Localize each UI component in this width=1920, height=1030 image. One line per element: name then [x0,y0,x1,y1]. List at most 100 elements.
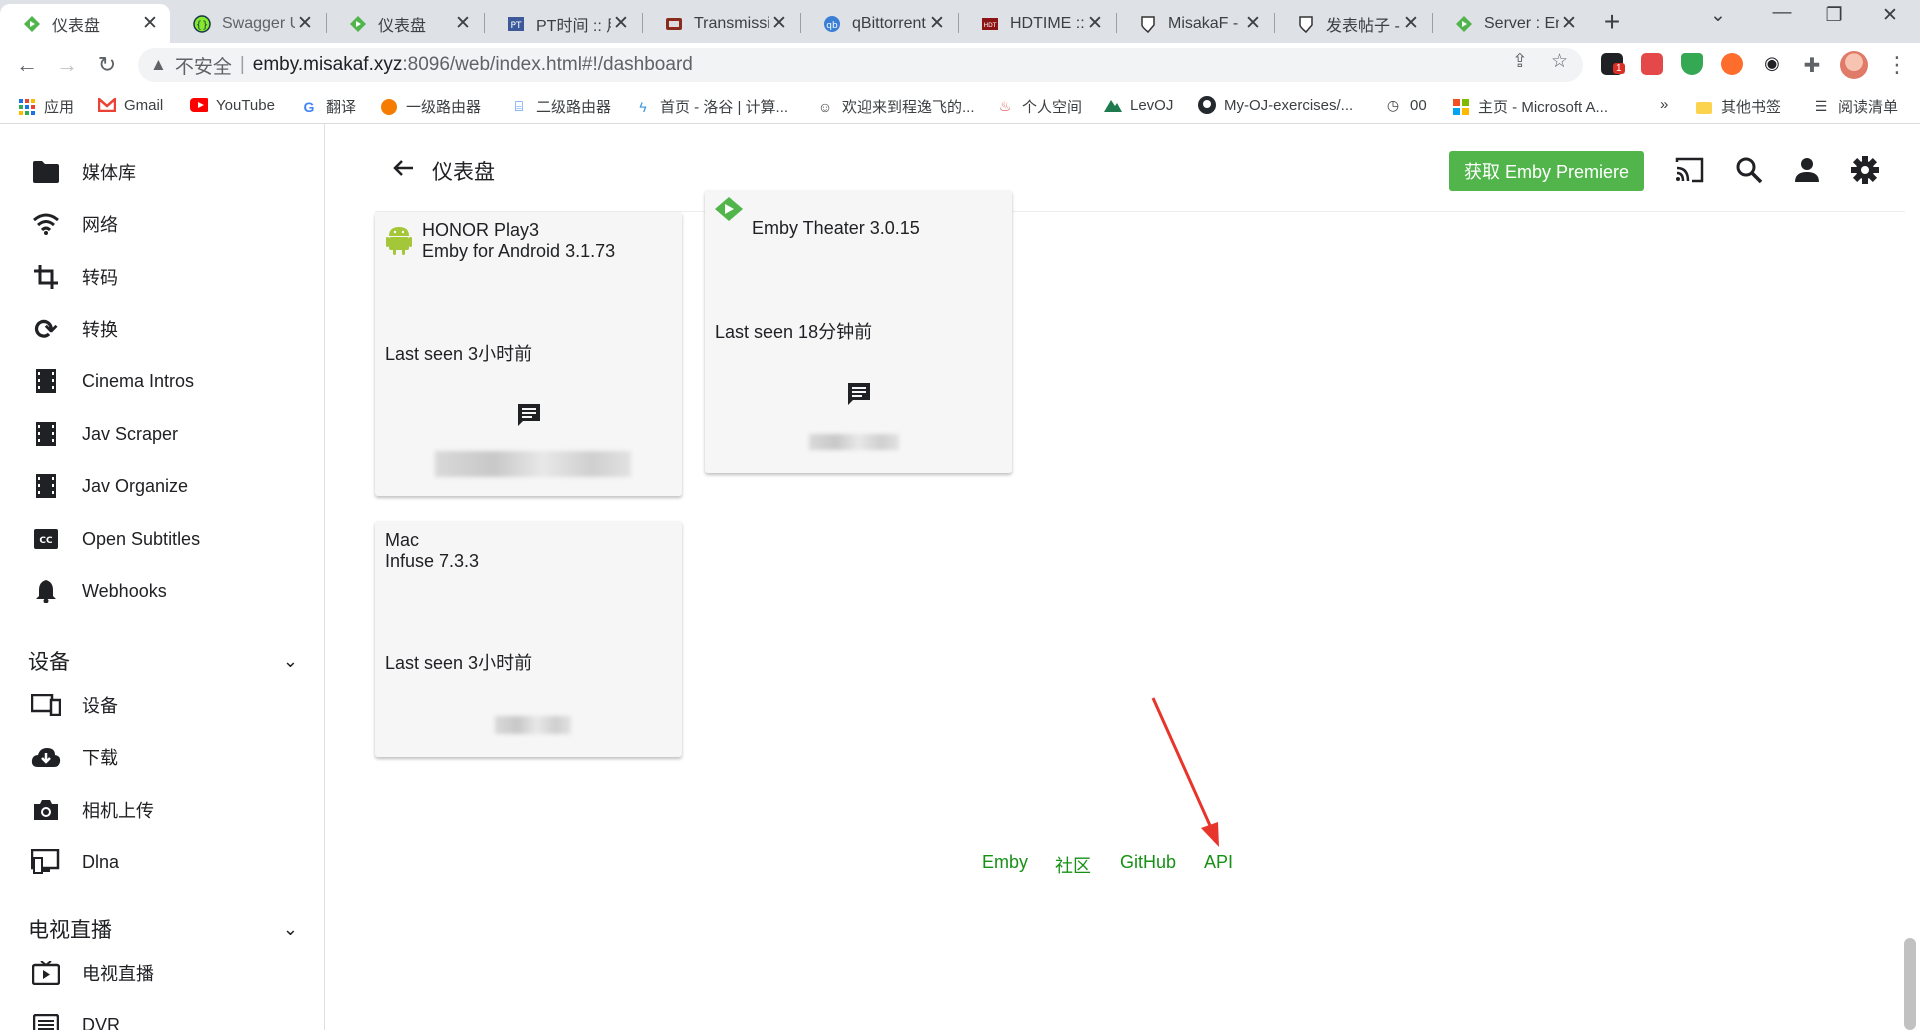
close-icon[interactable]: ✕ [295,12,315,35]
device-app: Infuse 7.3.3 [385,551,480,571]
reading-list-button[interactable]: ☰ 阅读清单 [1812,96,1898,117]
url-path[interactable]: :8096/web/index.html#!/dashboard [402,54,692,76]
reload-icon[interactable]: ↻ [94,52,120,78]
tab-transmission[interactable]: Transmissio ✕ [642,4,799,43]
tab-qbittorrent[interactable]: qb qBittorrent ✕ [800,4,957,43]
close-icon[interactable]: ✕ [140,12,160,35]
footer-link-api[interactable]: API [1204,852,1233,873]
tab-server[interactable]: Server : En ✕ [1432,4,1589,43]
url-host[interactable]: emby.misakaf.xyz [253,54,403,76]
user-icon[interactable] [1793,156,1823,186]
new-tab-button[interactable]: + [1597,8,1627,38]
profile-avatar[interactable] [1840,51,1868,79]
bookmark-translate[interactable]: G 翻译 [300,96,356,117]
sidebar-item-jav-scraper[interactable]: Jav Scraper [28,419,178,449]
bookmark-router-2[interactable]: ⌸ 二级路由器 [510,96,611,117]
window-close-icon[interactable]: ✕ [1872,4,1908,27]
cast-icon[interactable] [1675,156,1705,186]
warning-icon[interactable]: ▲ [150,55,167,75]
close-icon[interactable]: ✕ [453,12,473,35]
bookmark-github[interactable]: My-OJ-exercises/... [1198,96,1353,114]
bookmark-microsoft[interactable]: 主页 - Microsoft A... [1452,96,1608,117]
restore-icon[interactable]: ❐ [1816,4,1852,27]
bookmark-apps[interactable]: 应用 [18,96,74,117]
bookmark-gmail[interactable]: Gmail [98,96,163,114]
tab-swagger[interactable]: {} Swagger U ✕ [170,4,325,43]
tab-hdtime[interactable]: HDT HDTIME :: ✕ [958,4,1115,43]
share-icon[interactable]: ⇪ [1512,50,1528,73]
close-icon[interactable]: ✕ [1559,12,1579,35]
sidebar-item-devices[interactable]: 设备 [28,690,118,720]
back-arrow-icon[interactable] [388,153,418,183]
device-card[interactable]: HONOR Play3 Emby for Android 3.1.73 Last… [375,212,682,496]
bookmark-youtube[interactable]: YouTube [190,96,275,114]
bookmark-star-icon[interactable]: ☆ [1551,50,1568,73]
tab-label: PT时间 :: 用 [536,17,611,35]
footer-link-community[interactable]: 社区 [1055,852,1091,878]
bookmark-chengyifei[interactable]: ☺ 欢迎来到程逸飞的... [816,96,975,117]
chevron-down-icon[interactable]: ⌄ [283,919,298,940]
sidebar-item-webhooks[interactable]: Webhooks [28,576,167,606]
message-icon[interactable] [845,380,873,408]
bookmark-luogu[interactable]: ϟ 首页 - 洛谷 | 计算... [634,96,788,117]
sidebar-item-network[interactable]: 网络 [28,209,118,239]
search-icon[interactable] [1735,156,1765,186]
sidebar-item-convert[interactable]: ⟳ 转换 [28,314,118,345]
emby-sidebar: 媒体库 网络 转码 ⟳ 转换 Cinema Intros Jav Scraper… [0,124,325,1030]
tab-pt-time[interactable]: PT PT时间 :: 用 ✕ [484,4,641,43]
tab-post[interactable]: 发表帖子 - ✕ [1274,4,1431,43]
sidebar-item-open-subtitles[interactable]: CC Open Subtitles [28,524,200,554]
device-card[interactable]: Mac Infuse 7.3.3 Last seen 3小时前 [375,521,682,757]
puzzle-extensions-icon[interactable]: ✚ [1801,53,1823,77]
close-icon[interactable]: ✕ [1243,12,1263,35]
shield-extension-icon[interactable] [1681,53,1703,75]
sidebar-item-jav-organize[interactable]: Jav Organize [28,471,188,501]
address-bar[interactable]: ▲ 不安全 | emby.misakaf.xyz:8096/web/index.… [138,48,1583,82]
sidebar-item-cinema-intros[interactable]: Cinema Intros [28,366,194,396]
tab-label: Transmissio [694,14,769,32]
sidebar-item-camera-upload[interactable]: 相机上传 [28,795,154,825]
section-devices-header[interactable]: 设备 ⌄ [28,646,298,676]
security-label[interactable]: 不安全 [175,52,232,79]
forward-arrow-icon[interactable]: → [54,52,80,78]
section-livetv-header[interactable]: 电视直播 ⌄ [28,914,298,944]
bookmark-router-1[interactable]: 一级路由器 [380,96,481,117]
close-icon[interactable]: ✕ [1085,12,1105,35]
minimize-icon[interactable]: — [1764,2,1800,24]
sidebar-item-live-tv[interactable]: 电视直播 [28,958,154,988]
page-scrollbar[interactable] [1904,938,1916,1030]
device-card[interactable]: Emby Theater 3.0.15 Last seen 18分钟前 [705,190,1012,473]
tab-search-icon[interactable]: ⌄ [1700,4,1736,27]
extension-icon[interactable] [1721,53,1743,75]
sidebar-item-library[interactable]: 媒体库 [28,157,136,187]
footer-link-github[interactable]: GitHub [1120,852,1176,873]
sidebar-item-transcode[interactable]: 转码 [28,262,118,292]
extension-icon[interactable] [1641,53,1663,75]
bookmarks-overflow-button[interactable]: » [1660,96,1668,113]
back-arrow-icon[interactable]: ← [14,52,40,78]
close-icon[interactable]: ✕ [1401,12,1421,35]
gear-icon[interactable] [1851,156,1881,186]
sidebar-item-dvr[interactable]: DVR [28,1010,120,1030]
bookmark-00[interactable]: ◷ 00 [1384,96,1427,114]
section-title: 设备 [28,651,70,674]
footer-link-emby[interactable]: Emby [982,852,1028,873]
other-bookmarks-folder[interactable]: 其他书签 [1695,96,1781,117]
tab-dashboard-2[interactable]: 仪表盘 ✕ [326,4,483,43]
sidebar-item-downloads[interactable]: 下载 [28,742,118,772]
browser-menu-icon[interactable]: ⋮ [1886,52,1908,78]
tab-dashboard-active[interactable]: 仪表盘 ✕ [0,4,170,43]
sidebar-item-dlna[interactable]: Dlna [28,847,119,877]
bookmark-levoj[interactable]: LevOJ [1104,96,1173,114]
chevron-down-icon[interactable]: ⌄ [283,651,298,672]
close-icon[interactable]: ✕ [611,12,631,35]
extension-icon[interactable]: 1 [1601,53,1625,75]
message-icon[interactable] [515,401,543,429]
bookmark-personal-space[interactable]: ♨ 个人空间 [996,96,1082,117]
tab-misakaf[interactable]: MisakaF - ✕ [1116,4,1273,43]
close-icon[interactable]: ✕ [927,12,947,35]
bookmarks-bar: 应用 Gmail YouTube G 翻译 一级路由器 ⌸ 二级路由器 ϟ 首页… [0,87,1920,124]
close-icon[interactable]: ✕ [769,12,789,35]
get-premiere-button[interactable]: 获取 Emby Premiere [1449,151,1644,191]
weibo-extension-icon[interactable]: ◉ [1761,53,1783,75]
